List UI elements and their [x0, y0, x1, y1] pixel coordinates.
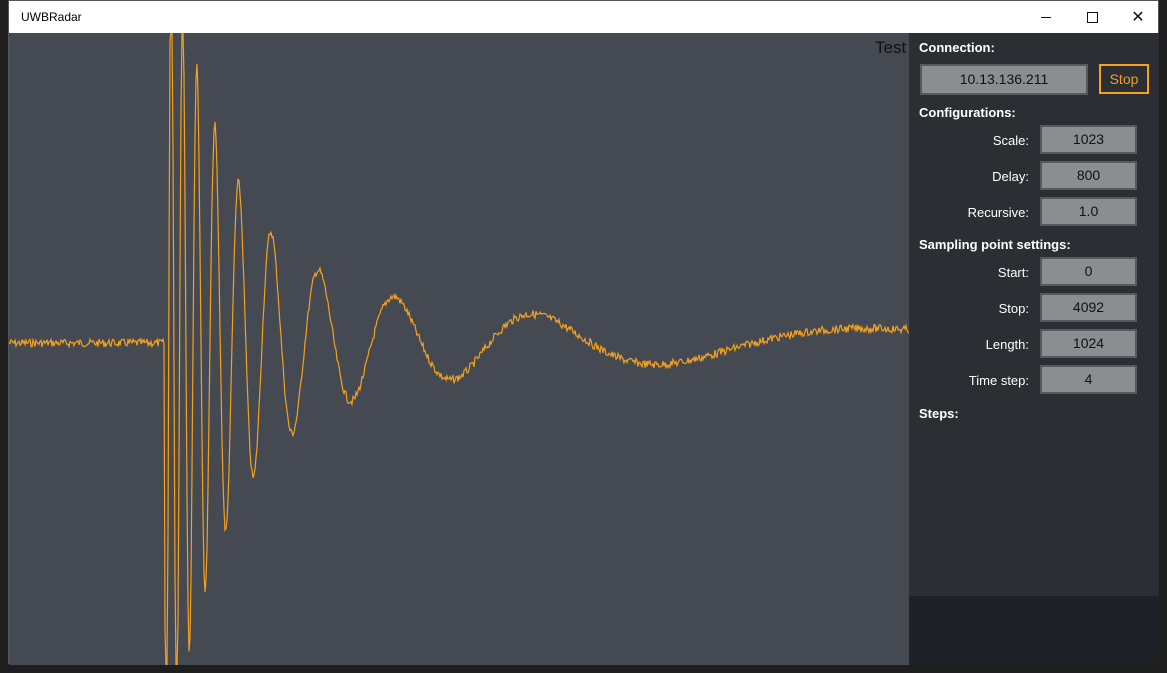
maximize-icon [1086, 11, 1098, 23]
length-field[interactable]: 1024 [1040, 329, 1137, 358]
settings-panel: Connection: 10.13.136.211 Stop Configura… [909, 33, 1159, 596]
plot-title: Test [875, 38, 907, 57]
configurations-heading: Configurations: [919, 105, 1016, 120]
maximize-button[interactable] [1069, 1, 1115, 33]
close-icon: ✕ [1131, 9, 1145, 26]
ip-address-field[interactable]: 10.13.136.211 [920, 64, 1088, 95]
minimize-icon [1041, 16, 1051, 18]
start-label: Start: [997, 265, 1029, 280]
delay-label: Delay: [992, 169, 1029, 184]
close-button[interactable]: ✕ [1115, 1, 1161, 33]
signal-chart [9, 33, 909, 665]
background-ide-right [1159, 0, 1167, 673]
panel-footer [909, 596, 1159, 664]
sampling-heading: Sampling point settings: [919, 237, 1071, 252]
length-label: Length: [985, 337, 1029, 352]
recursive-field[interactable]: 1.0 [1040, 197, 1137, 226]
connection-heading: Connection: [919, 40, 995, 55]
window-title: UWBRadar [21, 10, 82, 24]
signal-trace [9, 33, 909, 665]
time-step-field[interactable]: 4 [1040, 365, 1137, 394]
background-ide-bottom [0, 664, 1167, 673]
minimize-button[interactable] [1023, 1, 1069, 33]
scale-label: Scale: [992, 133, 1029, 148]
background-ide-left [0, 0, 8, 673]
delay-field[interactable]: 800 [1040, 161, 1137, 190]
title-bar[interactable]: UWBRadar ✕ [9, 1, 1158, 33]
app-window: UWBRadar ✕ Test Connection: 10.13.136.21… [8, 0, 1159, 665]
recursive-label: Recursive: [967, 205, 1029, 220]
start-field[interactable]: 0 [1040, 257, 1137, 286]
time-step-label: Time step: [968, 373, 1029, 388]
stop-label: Stop: [998, 301, 1029, 316]
stop-button[interactable]: Stop [1099, 64, 1149, 94]
scale-field[interactable]: 1023 [1040, 125, 1137, 154]
steps-heading: Steps: [919, 406, 959, 421]
stop-field[interactable]: 4092 [1040, 293, 1137, 322]
radar-signal-plot: Test [9, 33, 909, 665]
